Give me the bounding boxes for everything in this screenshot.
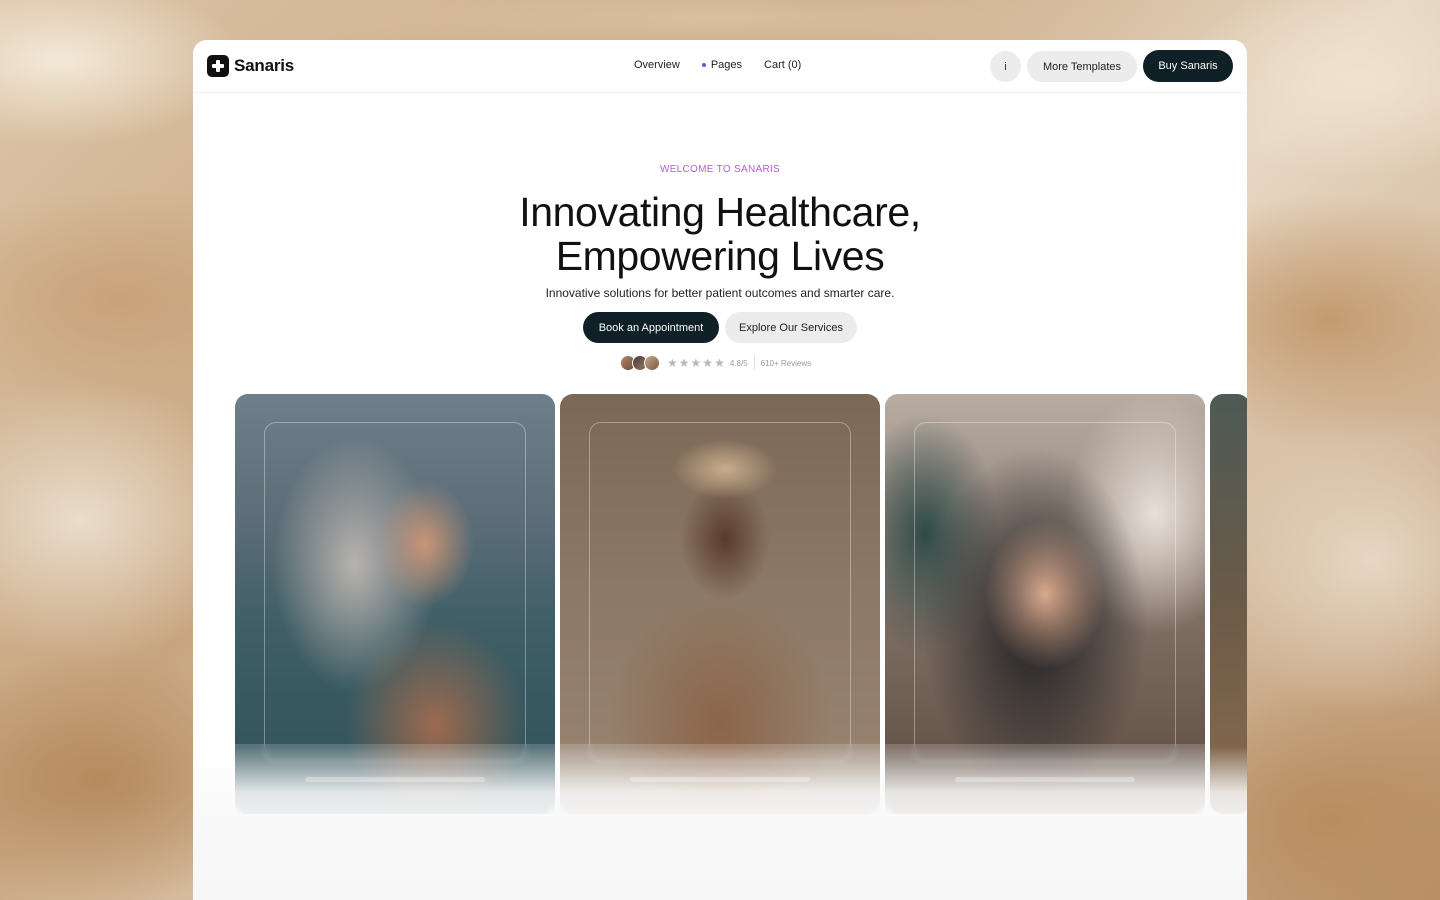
page-frame: Sanaris Overview Pages Cart (0) i More T… — [193, 40, 1247, 900]
nav-link-pages[interactable]: Pages — [701, 59, 743, 71]
rating-value: 4.8/5 — [729, 358, 748, 368]
nav-link-cart[interactable]: Cart (0) — [764, 59, 801, 71]
star-icon: ★ — [702, 356, 714, 370]
divider — [753, 356, 755, 370]
star-icon: ★ — [690, 356, 702, 370]
top-nav: Sanaris Overview Pages Cart (0) i More T… — [193, 40, 1247, 93]
brand-name: Sanaris — [234, 56, 295, 75]
nav-link-label: Pages — [710, 59, 743, 71]
card-frame — [914, 422, 1176, 762]
buy-button[interactable]: Buy Sanaris — [1143, 50, 1233, 82]
info-button[interactable]: i — [990, 51, 1021, 82]
book-appointment-button[interactable]: Book an Appointment — [583, 312, 719, 343]
info-icon: i — [1004, 60, 1007, 73]
nav-link-overview[interactable]: Overview — [634, 59, 680, 71]
reviews-summary: ★ ★ ★ ★ ★ 4.8/5 610+ Reviews — [620, 354, 811, 372]
medical-cross-icon — [207, 55, 229, 77]
nav-links: Overview Pages Cart (0) — [634, 59, 823, 71]
nav-link-label: Cart (0) — [764, 59, 802, 71]
star-icon: ★ — [667, 356, 678, 370]
avatar — [644, 355, 660, 371]
nav-link-label: Overview — [634, 59, 680, 71]
explore-services-button[interactable]: Explore Our Services — [725, 312, 857, 343]
active-dot-icon — [701, 63, 706, 67]
headline-line-2: Empowering Lives — [555, 233, 885, 279]
hero-eyebrow: WELCOME TO SANARIS — [659, 164, 781, 175]
review-count: 610+ Reviews — [760, 358, 812, 368]
star-icon: ★ — [678, 356, 690, 370]
reviewer-avatars — [620, 355, 660, 371]
hero-subtitle: Innovative solutions for better patient … — [545, 286, 895, 300]
headline-line-1: Innovating Healthcare, — [519, 189, 921, 235]
hero-headline: Innovating Healthcare, Empowering Lives — [193, 190, 1247, 278]
card-frame — [589, 422, 851, 762]
more-templates-button[interactable]: More Templates — [1027, 51, 1137, 82]
bottom-fade — [193, 746, 1247, 900]
logo[interactable]: Sanaris — [207, 55, 294, 77]
star-icon: ★ — [714, 356, 725, 370]
card-frame — [264, 422, 526, 762]
rating-stars: ★ ★ ★ ★ ★ — [667, 357, 725, 369]
